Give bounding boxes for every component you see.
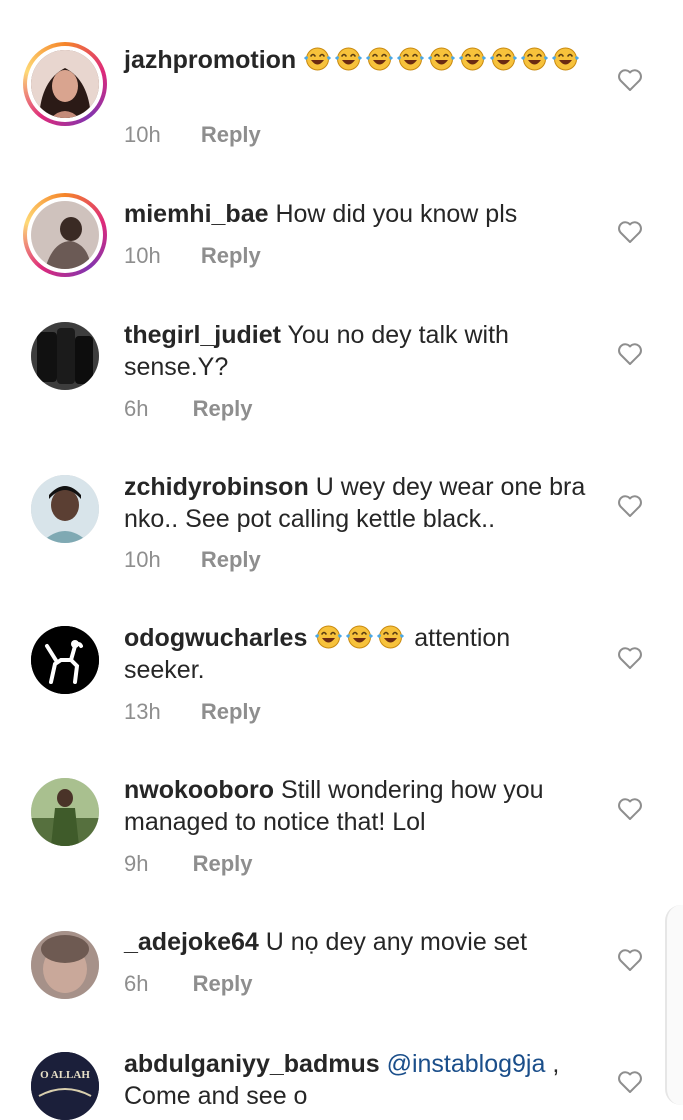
heart-outline-icon[interactable]	[617, 797, 643, 821]
reply-button[interactable]: Reply	[201, 243, 261, 269]
tears-of-joy-emoji-icon	[490, 47, 518, 71]
comment-meta: 10h Reply	[124, 122, 261, 148]
comment-username[interactable]: miemhi_bae	[124, 200, 269, 228]
comment-meta: 6h Reply	[124, 971, 253, 997]
heart-outline-icon[interactable]	[617, 220, 643, 244]
tears-of-joy-emoji-icon	[346, 625, 374, 649]
comment-time: 6h	[124, 971, 149, 996]
comment-meta: 6h Reply	[124, 396, 253, 422]
tears-of-joy-emoji-icon	[459, 47, 487, 71]
comment-username[interactable]: jazhpromotion	[124, 46, 296, 74]
comment-username[interactable]: nwokooboro	[124, 776, 274, 804]
comment-text: _adejoke64 U nọ dey any movie set	[124, 926, 594, 958]
comment-meta: 10h Reply	[124, 547, 261, 573]
emoji-row	[303, 46, 582, 74]
comment-body: U nọ dey any movie set	[265, 928, 528, 956]
comment-text: abdulganiyy_badmus @instablog9ja , Come …	[124, 1048, 594, 1112]
heart-outline-icon[interactable]	[617, 68, 643, 92]
emoji-row	[314, 624, 407, 652]
avatar[interactable]	[31, 931, 99, 999]
heart-outline-icon[interactable]	[617, 494, 643, 518]
avatar[interactable]	[23, 193, 107, 277]
mention-link[interactable]: @instablog9ja	[387, 1050, 546, 1078]
tears-of-joy-emoji-icon	[377, 625, 405, 649]
avatar-text: O ALLAH	[40, 1069, 90, 1081]
tears-of-joy-emoji-icon	[552, 47, 580, 71]
avatar[interactable]	[23, 42, 107, 126]
comment-meta: 9h Reply	[124, 851, 253, 877]
heart-outline-icon[interactable]	[617, 646, 643, 670]
comment-time: 9h	[124, 851, 149, 876]
comment-time: 10h	[124, 122, 161, 147]
reply-button[interactable]: Reply	[193, 396, 253, 422]
reply-button[interactable]: Reply	[193, 851, 253, 877]
comment-time: 10h	[124, 243, 161, 268]
comment-text: odogwucharles attention seeker.	[124, 622, 594, 686]
comment-time: 6h	[124, 396, 149, 421]
comment-text: thegirl_judiet You no dey talk with sens…	[124, 319, 594, 383]
avatar[interactable]	[31, 778, 99, 846]
comment-meta: 13h Reply	[124, 699, 261, 725]
comment-body: How did you know pls	[275, 200, 518, 228]
comment-username[interactable]: zchidyrobinson	[124, 473, 309, 501]
comment-username[interactable]: thegirl_judiet	[124, 321, 281, 349]
reply-button[interactable]: Reply	[193, 971, 253, 997]
avatar[interactable]: O ALLAH	[31, 1052, 99, 1120]
reply-button[interactable]: Reply	[201, 122, 261, 148]
tears-of-joy-emoji-icon	[304, 47, 332, 71]
heart-outline-icon[interactable]	[617, 1070, 643, 1094]
tears-of-joy-emoji-icon	[428, 47, 456, 71]
avatar[interactable]	[31, 322, 99, 390]
comment-text: zchidyrobinson U wey dey wear one bra nk…	[124, 471, 594, 535]
comment-text: jazhpromotion	[124, 44, 594, 76]
reply-button[interactable]: Reply	[201, 547, 261, 573]
tears-of-joy-emoji-icon	[397, 47, 425, 71]
scroll-edge	[665, 905, 683, 1105]
comment-username[interactable]: abdulganiyy_badmus	[124, 1050, 380, 1078]
tears-of-joy-emoji-icon	[335, 47, 363, 71]
heart-outline-icon[interactable]	[617, 948, 643, 972]
comment-time: 10h	[124, 547, 161, 572]
reply-button[interactable]: Reply	[201, 699, 261, 725]
avatar[interactable]	[31, 475, 99, 543]
tears-of-joy-emoji-icon	[315, 625, 343, 649]
avatar[interactable]	[31, 626, 99, 694]
comment-meta: 10h Reply	[124, 243, 261, 269]
tears-of-joy-emoji-icon	[521, 47, 549, 71]
comment-text: nwokooboro Still wondering how you manag…	[124, 774, 594, 838]
comment-time: 13h	[124, 699, 161, 724]
comment-username[interactable]: odogwucharles	[124, 624, 307, 652]
comment-body: ,	[545, 1050, 560, 1078]
tears-of-joy-emoji-icon	[366, 47, 394, 71]
heart-outline-icon[interactable]	[617, 342, 643, 366]
comment-username[interactable]: _adejoke64	[124, 928, 259, 956]
comment-text: miemhi_bae How did you know pls	[124, 198, 594, 230]
